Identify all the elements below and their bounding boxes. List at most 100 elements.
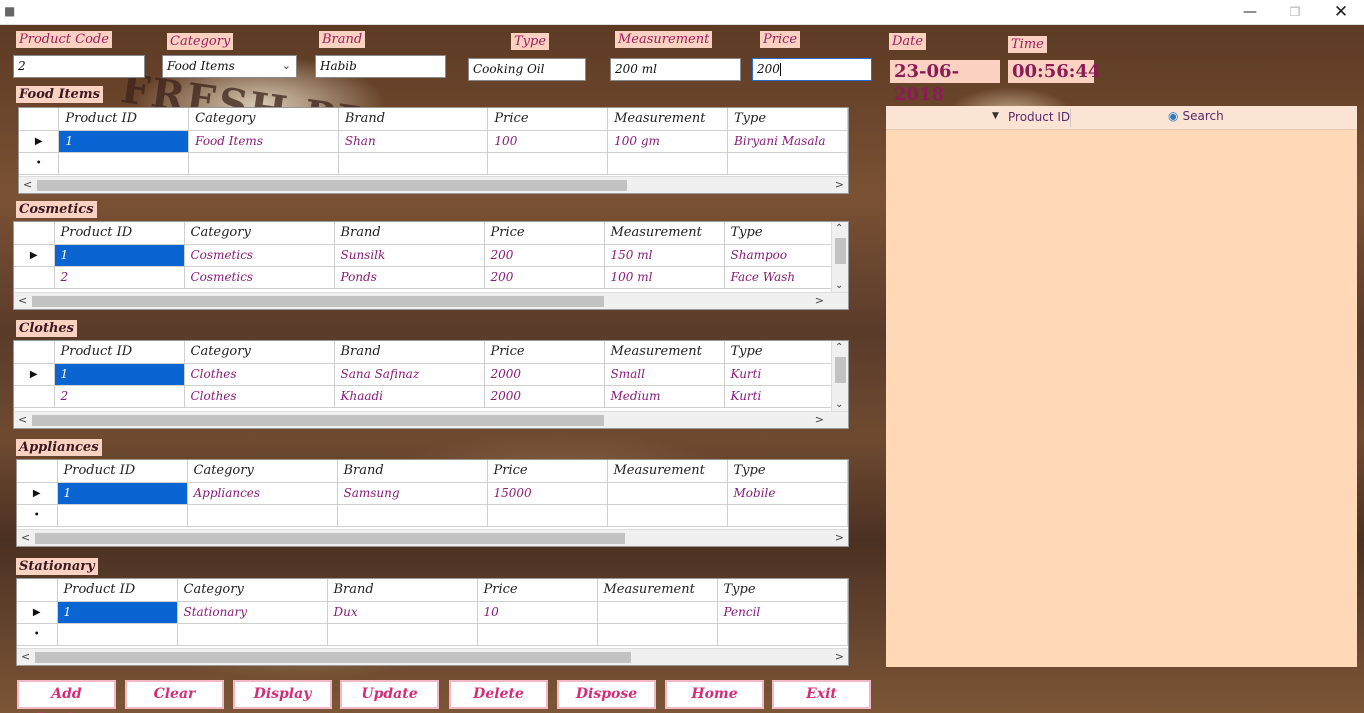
scroll-right-icon[interactable]: > bbox=[835, 530, 844, 546]
scroll-left-icon[interactable]: < bbox=[18, 293, 27, 309]
cell-brand[interactable]: Ponds bbox=[334, 266, 485, 289]
vertical-scrollbar[interactable]: ⌃ ⌄ bbox=[831, 341, 848, 411]
scroll-right-icon[interactable]: > bbox=[815, 293, 824, 309]
category-select[interactable]: Food Items ⌄ bbox=[162, 55, 297, 78]
cell-price[interactable]: 2000 bbox=[484, 385, 605, 408]
type-input[interactable]: Cooking Oil bbox=[468, 58, 586, 81]
scroll-thumb[interactable] bbox=[35, 533, 625, 544]
cell-type[interactable]: Kurti bbox=[724, 363, 845, 386]
column-header-price[interactable]: Price bbox=[484, 222, 605, 245]
column-header-measurement[interactable]: Measurement bbox=[607, 460, 728, 483]
column-header-type[interactable]: Type bbox=[724, 341, 845, 364]
cell-type[interactable]: Shampoo bbox=[724, 244, 845, 267]
column-header-price[interactable]: Price bbox=[484, 341, 605, 364]
table-row[interactable]: ▶ 1 Clothes Sana Safinaz 2000 Small Kurt… bbox=[14, 363, 845, 386]
cell-product-id[interactable]: 1 bbox=[58, 130, 190, 153]
measurement-input[interactable]: 200 ml bbox=[610, 58, 741, 81]
cell-category[interactable]: Cosmetics bbox=[184, 244, 335, 267]
close-button[interactable]: ✕ bbox=[1318, 0, 1364, 25]
column-header-product-id[interactable]: Product ID bbox=[58, 108, 190, 131]
maximize-button[interactable]: ❐ bbox=[1272, 0, 1318, 25]
horizontal-scrollbar[interactable]: < > bbox=[14, 411, 848, 428]
scroll-thumb[interactable] bbox=[835, 238, 846, 264]
search-field-label[interactable]: Product ID bbox=[1008, 110, 1070, 124]
scroll-up-icon[interactable]: ⌃ bbox=[835, 223, 843, 234]
clear-button[interactable]: Clear bbox=[125, 680, 224, 709]
horizontal-scrollbar[interactable]: < > bbox=[19, 176, 848, 193]
scroll-down-icon[interactable]: ⌄ bbox=[835, 280, 843, 291]
horizontal-scrollbar[interactable]: < > bbox=[17, 529, 848, 546]
table-row[interactable]: ▶ 1 Food Items Shan 100 100 gm Biryani M… bbox=[19, 130, 848, 153]
dispose-button[interactable]: Dispose bbox=[557, 680, 656, 709]
cell-category[interactable]: Clothes bbox=[184, 385, 335, 408]
cell-product-id[interactable]: 2 bbox=[54, 266, 185, 289]
new-row[interactable]: • bbox=[17, 623, 848, 646]
search-button[interactable]: ◉ Search bbox=[1168, 109, 1224, 123]
scroll-thumb[interactable] bbox=[37, 180, 627, 191]
table-row[interactable]: 2 Clothes Khaadi 2000 Medium Kurti bbox=[14, 385, 845, 408]
scroll-thumb[interactable] bbox=[32, 296, 604, 307]
cell-product-id[interactable]: 1 bbox=[57, 482, 188, 505]
scroll-left-icon[interactable]: < bbox=[23, 177, 32, 193]
cell-category[interactable]: Cosmetics bbox=[184, 266, 335, 289]
column-header-type[interactable]: Type bbox=[724, 222, 845, 245]
column-header-price[interactable]: Price bbox=[487, 108, 609, 131]
scroll-right-icon[interactable]: > bbox=[835, 649, 844, 665]
cell-product-id[interactable]: 2 bbox=[54, 385, 185, 408]
column-header-category[interactable]: Category bbox=[184, 341, 335, 364]
cell-category[interactable]: Stationary bbox=[177, 601, 328, 624]
product-code-input[interactable]: 2 bbox=[13, 55, 145, 78]
cell-type[interactable]: Biryani Masala bbox=[727, 130, 848, 153]
cell-product-id[interactable]: 1 bbox=[54, 244, 185, 267]
column-header-brand[interactable]: Brand bbox=[334, 222, 485, 245]
search-field-dropdown-icon[interactable]: ▼ bbox=[992, 111, 999, 121]
home-button[interactable]: Home bbox=[665, 680, 764, 709]
column-header-product-id[interactable]: Product ID bbox=[54, 341, 185, 364]
add-product-button[interactable]: Add Product bbox=[17, 680, 116, 713]
brand-input[interactable]: Habib bbox=[315, 55, 446, 78]
column-header-product-id[interactable]: Product ID bbox=[57, 460, 188, 483]
new-row[interactable]: • bbox=[19, 152, 848, 175]
row-pointer-icon[interactable]: ▶ bbox=[14, 363, 55, 386]
stationary-grid[interactable]: Product ID Category Brand Price Measurem… bbox=[16, 578, 849, 666]
row-pointer-icon[interactable]: ▶ bbox=[17, 482, 58, 505]
cell-brand[interactable]: Dux bbox=[327, 601, 478, 624]
scroll-left-icon[interactable]: < bbox=[21, 530, 30, 546]
cell-brand[interactable]: Sunsilk bbox=[334, 244, 485, 267]
column-header-measurement[interactable]: Measurement bbox=[604, 222, 725, 245]
cell-brand[interactable]: Shan bbox=[338, 130, 489, 153]
column-header-brand[interactable]: Brand bbox=[334, 341, 485, 364]
clothes-grid[interactable]: Product ID Category Brand Price Measurem… bbox=[13, 340, 849, 429]
row-pointer-icon[interactable]: ▶ bbox=[19, 130, 60, 153]
horizontal-scrollbar[interactable]: < > bbox=[14, 292, 848, 309]
column-header-category[interactable]: Category bbox=[184, 222, 335, 245]
cell-price[interactable]: 200 bbox=[484, 266, 605, 289]
cell-category[interactable]: Clothes bbox=[184, 363, 335, 386]
column-header-type[interactable]: Type bbox=[727, 460, 848, 483]
cell-measurement[interactable]: Small bbox=[604, 363, 725, 386]
column-header-measurement[interactable]: Measurement bbox=[597, 579, 718, 602]
column-header-type[interactable]: Type bbox=[717, 579, 848, 602]
cell-price[interactable]: 10 bbox=[477, 601, 598, 624]
delete-button[interactable]: Delete bbox=[449, 680, 548, 709]
cell-brand[interactable]: Samsung bbox=[337, 482, 488, 505]
cell-measurement[interactable]: 150 ml bbox=[604, 244, 725, 267]
column-header-product-id[interactable]: Product ID bbox=[57, 579, 178, 602]
cell-measurement[interactable]: Medium bbox=[604, 385, 725, 408]
column-header-price[interactable]: Price bbox=[477, 579, 598, 602]
cell-type[interactable]: Mobile bbox=[727, 482, 848, 505]
display-button[interactable]: Display bbox=[233, 680, 332, 709]
scroll-right-icon[interactable]: > bbox=[815, 412, 824, 428]
scroll-left-icon[interactable]: < bbox=[18, 412, 27, 428]
cell-type[interactable]: Pencil bbox=[717, 601, 848, 624]
cell-brand[interactable]: Khaadi bbox=[334, 385, 485, 408]
table-row[interactable]: 2 Cosmetics Ponds 200 100 ml Face Wash bbox=[14, 266, 845, 289]
scroll-thumb[interactable] bbox=[835, 357, 846, 383]
row-pointer-icon[interactable]: ▶ bbox=[14, 244, 55, 267]
scroll-left-icon[interactable]: < bbox=[21, 649, 30, 665]
column-header-measurement[interactable]: Measurement bbox=[607, 108, 729, 131]
scroll-right-icon[interactable]: > bbox=[835, 177, 844, 193]
cell-product-id[interactable]: 1 bbox=[57, 601, 178, 624]
scroll-up-icon[interactable]: ⌃ bbox=[835, 342, 843, 353]
column-header-category[interactable]: Category bbox=[177, 579, 328, 602]
